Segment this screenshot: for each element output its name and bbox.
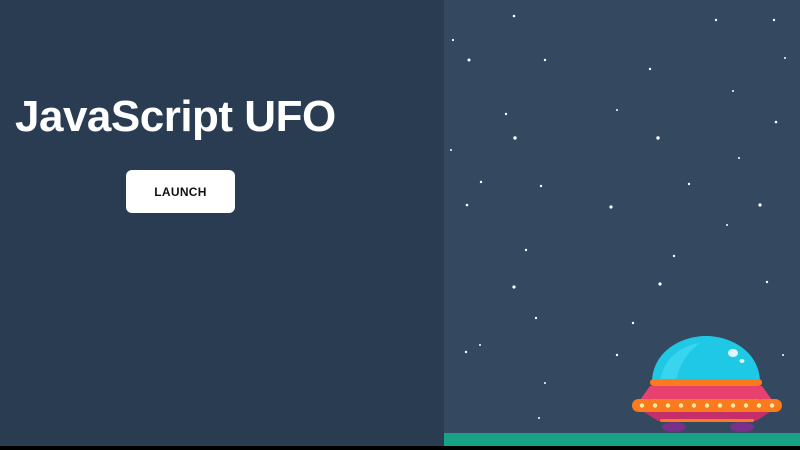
page-title: JavaScript UFO [15,92,336,141]
control-panel: JavaScript UFO LAUNCH [0,0,444,450]
ufo-stage [444,0,800,450]
bottom-edge [0,446,800,450]
app-root: JavaScript UFO LAUNCH [0,0,800,450]
launch-button[interactable]: LAUNCH [126,170,235,213]
ufo-icon[interactable] [630,333,784,433]
